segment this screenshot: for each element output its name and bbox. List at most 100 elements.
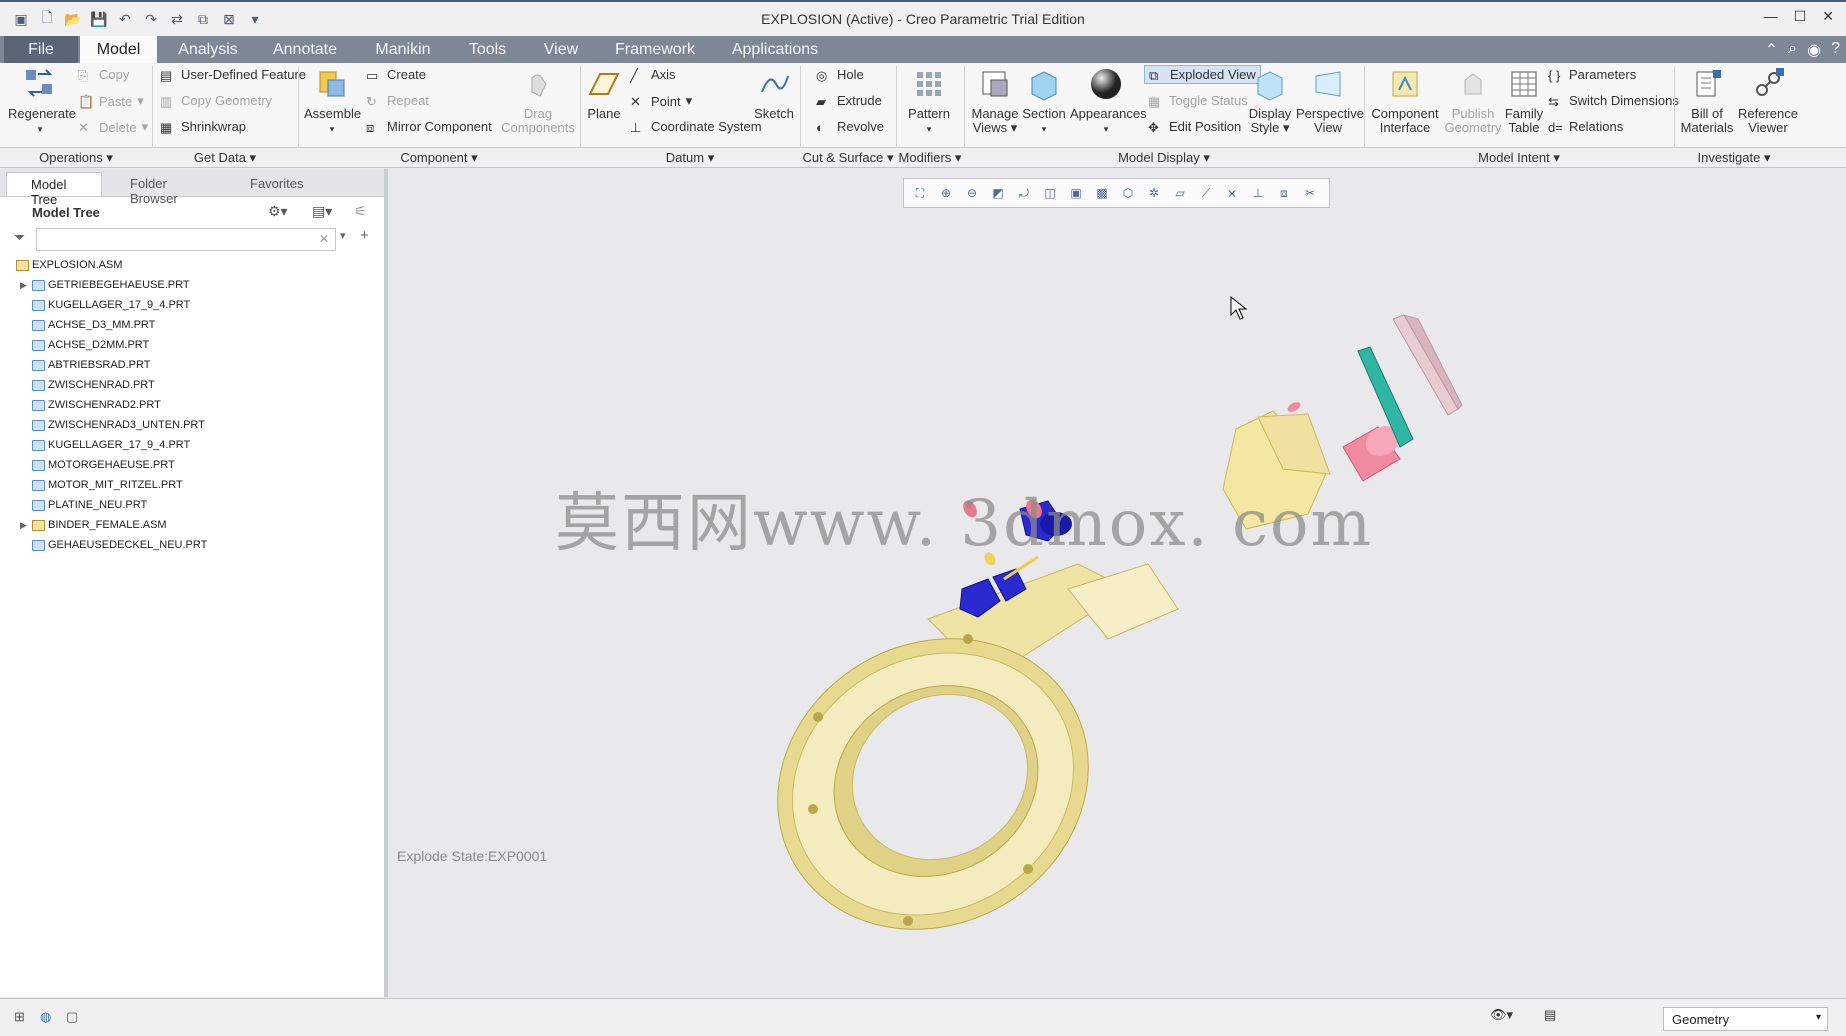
repeat-button[interactable]: ↻ Repeat [366, 93, 429, 109]
tab-analysis[interactable]: Analysis [165, 36, 251, 63]
display-style-toolbar-icon[interactable]: ▩ [1092, 183, 1112, 203]
refit-icon[interactable]: ⛶ [910, 183, 930, 203]
tree-item[interactable]: ZWISCHENRAD3_UNTEN.PRT [0, 415, 384, 435]
switch-dimensions-button[interactable]: ⇆ Switch Dimensions [1548, 93, 1679, 109]
hole-button[interactable]: ◎ Hole [816, 67, 864, 83]
drag-components-button[interactable]: Drag Components [500, 66, 576, 135]
group-investigate[interactable]: Investigate ▾ [1674, 150, 1794, 166]
close-window-icon[interactable]: ⊠ [218, 8, 240, 30]
new-icon[interactable]: 🗋 [36, 8, 58, 30]
add-filter-icon[interactable]: + [360, 227, 369, 244]
help-icon[interactable]: ? [1831, 40, 1840, 60]
zoom-out-icon[interactable]: ⊖ [962, 183, 982, 203]
tab-model-tree[interactable]: Model Tree [6, 172, 102, 207]
open-icon[interactable]: 📂 [62, 8, 84, 30]
clear-icon[interactable]: ✕ [319, 232, 329, 246]
collapse-ribbon-icon[interactable]: ⌃ [1765, 40, 1778, 60]
tree-item[interactable]: PLATINE_NEU.PRT [0, 495, 384, 515]
close-icon[interactable]: ✕ [1822, 8, 1834, 25]
repaint-icon[interactable]: ◩ [988, 183, 1008, 203]
show-browser-icon[interactable]: ◍ [40, 1009, 51, 1025]
tree-item[interactable]: KUGELLAGER_17_9_4.PRT [0, 435, 384, 455]
pattern-button[interactable]: Pattern ▾ [904, 66, 954, 136]
customize-qat-icon[interactable]: ▾ [244, 8, 266, 30]
datum-display-icon[interactable]: ✲ [1144, 183, 1164, 203]
housing-part[interactable] [724, 563, 1179, 985]
spin-center-icon[interactable]: ✂ [1300, 183, 1320, 203]
csys-display-icon[interactable]: ⊥ [1248, 183, 1268, 203]
expand-icon[interactable]: ▶ [20, 280, 32, 291]
tree-item[interactable]: MOTORGEHAEUSE.PRT [0, 455, 384, 475]
extrude-button[interactable]: ▰ Extrude [816, 93, 882, 109]
tab-folder-browser[interactable]: Folder Browser [106, 172, 222, 206]
section-button[interactable]: Section ▾ [1022, 66, 1066, 136]
search-icon[interactable]: ⌕ [1788, 40, 1797, 60]
coordinate-system-button[interactable]: ⊥ Coordinate System [630, 119, 762, 135]
tree-search-input[interactable]: ✕ [36, 228, 336, 251]
undo-icon[interactable]: ↶ [114, 8, 136, 30]
tree-settings-icon[interactable]: ⚙▾ [268, 203, 288, 220]
family-table-button[interactable]: Family Table [1504, 66, 1544, 135]
search-options-icon[interactable]: ▾ [340, 229, 346, 242]
bill-of-materials-button[interactable]: Bill of Materials [1680, 66, 1734, 135]
sketch-button[interactable]: Sketch [752, 66, 796, 121]
group-datum[interactable]: Datum ▾ [580, 150, 800, 166]
publish-geometry-button[interactable]: Publish Geometry [1442, 66, 1504, 135]
paste-button[interactable]: 📋 Paste ▾ [78, 93, 144, 109]
app-icon[interactable]: ▣ [10, 8, 32, 30]
group-component[interactable]: Component ▾ [298, 150, 580, 166]
tree-item[interactable]: ZWISCHENRAD.PRT [0, 375, 384, 395]
regenerate-button[interactable]: Regenerate ▾ [8, 66, 76, 136]
windows-icon[interactable]: ⧉ [192, 8, 214, 30]
annotation-display-icon[interactable]: ⧈ [1274, 183, 1294, 203]
perspective-icon[interactable]: ⬡ [1118, 183, 1138, 203]
mirror-component-button[interactable]: ⧈ Mirror Component [366, 119, 492, 135]
reference-viewer-button[interactable]: Reference Viewer [1736, 66, 1800, 135]
display-style-button[interactable]: Display Style ▾ [1244, 66, 1296, 135]
tree-item[interactable]: EXPLOSION.ASM [0, 255, 384, 275]
maximize-icon[interactable]: ☐ [1794, 8, 1807, 25]
tree-item[interactable]: ABTRIEBSRAD.PRT [0, 355, 384, 375]
tree-item[interactable]: ▶ GETRIEBEGEHAEUSE.PRT [0, 275, 384, 295]
tab-annotate[interactable]: Annotate [262, 36, 348, 63]
tab-file[interactable]: File [4, 36, 78, 63]
tab-framework[interactable]: Framework [605, 36, 705, 63]
tree-columns-icon[interactable]: ▤▾ [312, 203, 332, 220]
tree-item[interactable]: GEHAEUSEDECKEL_NEU.PRT [0, 535, 384, 555]
tree-item[interactable]: ▶ BINDER_FEMALE.ASM [0, 515, 384, 535]
axis-button[interactable]: ╱ Axis [630, 67, 676, 83]
delete-button[interactable]: ✕ Delete ▾ [78, 119, 148, 135]
tab-manikin[interactable]: Manikin [360, 36, 446, 63]
copy-button[interactable]: ⎘ Copy [78, 67, 129, 83]
model-viewport[interactable] [388, 169, 1846, 997]
saved-orientations-icon[interactable]: ◫ [1040, 183, 1060, 203]
tree-item[interactable]: ACHSE_D3_MM.PRT [0, 315, 384, 335]
redo-icon[interactable]: ↷ [140, 8, 162, 30]
show-navigator-icon[interactable]: ⊞ [14, 1009, 25, 1025]
plane-display-icon[interactable]: ▱ [1170, 183, 1190, 203]
parameters-button[interactable]: { } Parameters [1548, 67, 1636, 83]
toggle-status-button[interactable]: ▦ Toggle Status [1148, 93, 1248, 109]
selection-filter-select[interactable]: Geometry ▾ [1663, 1007, 1828, 1031]
shrinkwrap-button[interactable]: ▦ Shrinkwrap [160, 119, 246, 135]
group-cut-surface[interactable]: Cut & Surface ▾ [800, 150, 896, 166]
find-icon[interactable]: 👁▾ [1490, 1007, 1513, 1023]
copy-geometry-button[interactable]: ▥ Copy Geometry [160, 93, 272, 109]
edit-position-button[interactable]: ✥ Edit Position [1148, 119, 1241, 135]
selection-buffer-icon[interactable]: ▤ [1544, 1007, 1556, 1023]
cover-part[interactable] [1392, 314, 1463, 416]
tab-tools[interactable]: Tools [455, 36, 520, 63]
relations-button[interactable]: d= Relations [1548, 119, 1623, 135]
perspective-view-button[interactable]: Perspective View [1296, 66, 1364, 135]
save-icon[interactable]: 💾 [88, 8, 110, 30]
view-manager-icon[interactable]: ▣ [1066, 183, 1086, 203]
axis-display-icon[interactable]: ⟋ [1196, 183, 1216, 203]
group-get-data[interactable]: Get Data ▾ [152, 150, 298, 166]
community-icon[interactable]: ◉ [1807, 40, 1821, 60]
plane-button[interactable]: Plane [584, 66, 624, 121]
component-interface-button[interactable]: Component Interface [1370, 66, 1440, 135]
tab-applications[interactable]: Applications [720, 36, 830, 63]
group-model-display[interactable]: Model Display ▾ [964, 150, 1364, 166]
create-button[interactable]: ▭ Create [366, 67, 426, 83]
appearances-button[interactable]: Appearances ▾ [1070, 66, 1147, 136]
